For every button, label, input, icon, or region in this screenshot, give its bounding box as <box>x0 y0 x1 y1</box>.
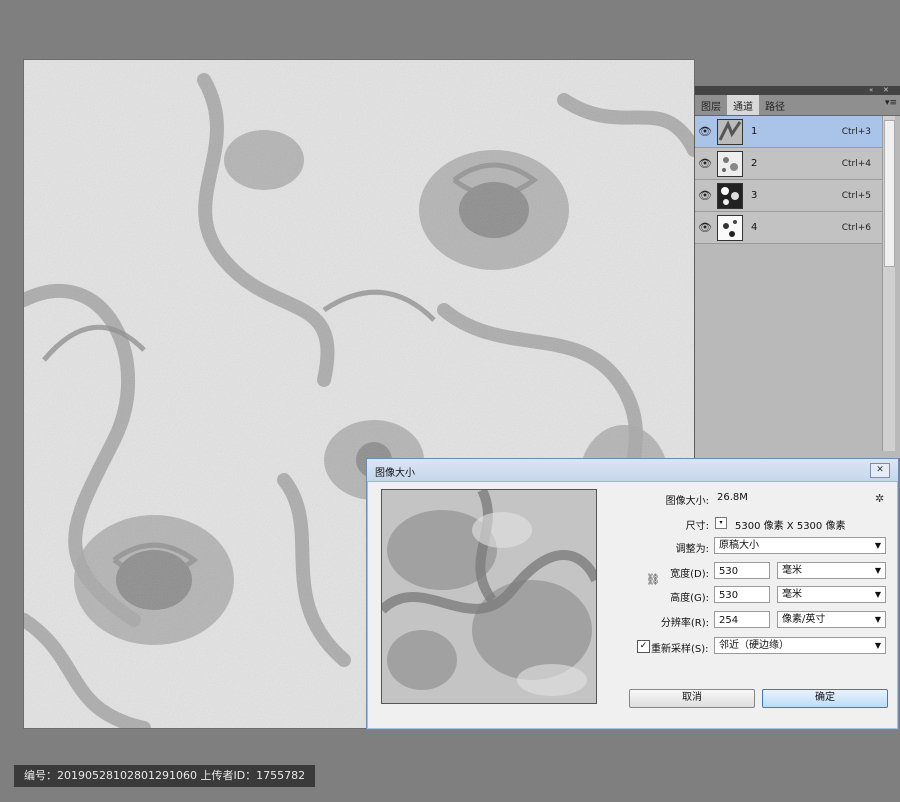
gear-icon[interactable]: ✲ <box>875 492 884 505</box>
close-panel-icon[interactable]: ✕ <box>883 86 889 95</box>
channel-name: 2 <box>751 158 758 169</box>
chevron-down-icon: ▼ <box>874 566 881 575</box>
collapse-icon[interactable]: « <box>869 86 873 95</box>
resolution-unit-select[interactable]: 像素/英寸 ▼ <box>777 611 886 628</box>
dimensions-unit-dropdown[interactable]: ▾ <box>715 517 727 529</box>
close-button[interactable]: ✕ <box>870 463 890 478</box>
layers-panel: « ✕ 图层 通道 路径 ▾≡ 👁 1 Ctrl+3 👁 2 Ctrl+4 👁 … <box>694 86 900 458</box>
width-unit-select[interactable]: 毫米 ▼ <box>777 562 886 579</box>
dialog-titlebar[interactable]: 图像大小 ✕ <box>367 459 898 482</box>
cancel-button[interactable]: 取消 <box>629 689 755 708</box>
panel-scrollbar[interactable] <box>882 116 895 451</box>
channel-name: 1 <box>751 126 758 137</box>
eye-icon[interactable]: 👁 <box>695 189 715 202</box>
resample-checkbox[interactable]: ✓ <box>637 640 650 653</box>
panel-menu-icon[interactable]: ▾≡ <box>881 95 900 115</box>
height-input[interactable]: 530 <box>714 586 770 603</box>
channel-row[interactable]: 👁 2 Ctrl+4 <box>695 148 883 180</box>
eye-icon[interactable]: 👁 <box>695 221 715 234</box>
channel-name: 4 <box>751 222 758 233</box>
resample-value: 邻近（硬边缘） <box>719 640 789 651</box>
channel-shortcut: Ctrl+4 <box>841 158 871 169</box>
eye-icon[interactable]: 👁 <box>695 157 715 170</box>
channel-name: 3 <box>751 190 758 201</box>
height-label: 高度(G): <box>670 593 709 604</box>
panel-tabs: 图层 通道 路径 ▾≡ <box>695 95 900 116</box>
image-size-dialog: 图像大小 ✕ 图像大小: 26.8M ✲ 尺寸: ▾ 5300 像素 X 530… <box>366 458 899 730</box>
chevron-down-icon: ▼ <box>874 641 881 650</box>
resample-select[interactable]: 邻近（硬边缘） ▼ <box>714 637 886 654</box>
resolution-input[interactable]: 254 <box>714 611 770 628</box>
channel-shortcut: Ctrl+3 <box>841 126 871 137</box>
dimensions-label: 尺寸: <box>685 521 709 532</box>
image-id-label: 编号：20190528102801291060 上传者ID：1755782 <box>14 765 316 787</box>
fit-to-value: 原稿大小 <box>719 540 759 551</box>
resample-label: 重新采样(S): <box>651 644 709 655</box>
height-unit-select[interactable]: 毫米 ▼ <box>777 586 886 603</box>
fit-to-label: 调整为: <box>675 544 709 555</box>
dialog-title: 图像大小 <box>375 468 415 479</box>
width-label: 宽度(D): <box>670 569 709 580</box>
image-size-value: 26.8M <box>717 492 748 503</box>
preview-image <box>382 490 596 703</box>
ok-button[interactable]: 确定 <box>762 689 888 708</box>
channel-thumbnail <box>717 214 743 241</box>
image-preview[interactable] <box>381 489 597 704</box>
height-unit-value: 毫米 <box>782 589 802 600</box>
tab-channels[interactable]: 通道 <box>727 95 759 115</box>
channel-shortcut: Ctrl+5 <box>841 190 871 201</box>
resolution-unit-value: 像素/英寸 <box>782 614 826 625</box>
channel-row[interactable]: 👁 4 Ctrl+6 <box>695 212 883 244</box>
scrollbar-thumb[interactable] <box>884 120 895 267</box>
image-size-label: 图像大小: <box>665 496 709 507</box>
chevron-down-icon: ▼ <box>874 541 881 550</box>
channel-thumbnail <box>717 118 743 145</box>
channel-thumbnail <box>717 182 743 209</box>
channel-row[interactable]: 👁 3 Ctrl+5 <box>695 180 883 212</box>
fit-to-select[interactable]: 原稿大小 ▼ <box>714 537 886 554</box>
channel-shortcut: Ctrl+6 <box>841 222 871 233</box>
resolution-label: 分辨率(R): <box>660 618 709 629</box>
eye-icon[interactable]: 👁 <box>695 125 715 138</box>
panel-topbar: « ✕ <box>695 86 900 95</box>
width-unit-value: 毫米 <box>782 565 802 576</box>
chevron-down-icon: ▼ <box>874 615 881 624</box>
channel-thumbnail <box>717 150 743 177</box>
width-input[interactable]: 530 <box>714 562 770 579</box>
tab-paths[interactable]: 路径 <box>759 95 791 115</box>
chevron-down-icon: ▼ <box>874 590 881 599</box>
tab-layers[interactable]: 图层 <box>695 95 727 115</box>
channel-row[interactable]: 👁 1 Ctrl+3 <box>695 116 883 148</box>
dimensions-value: 5300 像素 X 5300 像素 <box>735 521 846 532</box>
